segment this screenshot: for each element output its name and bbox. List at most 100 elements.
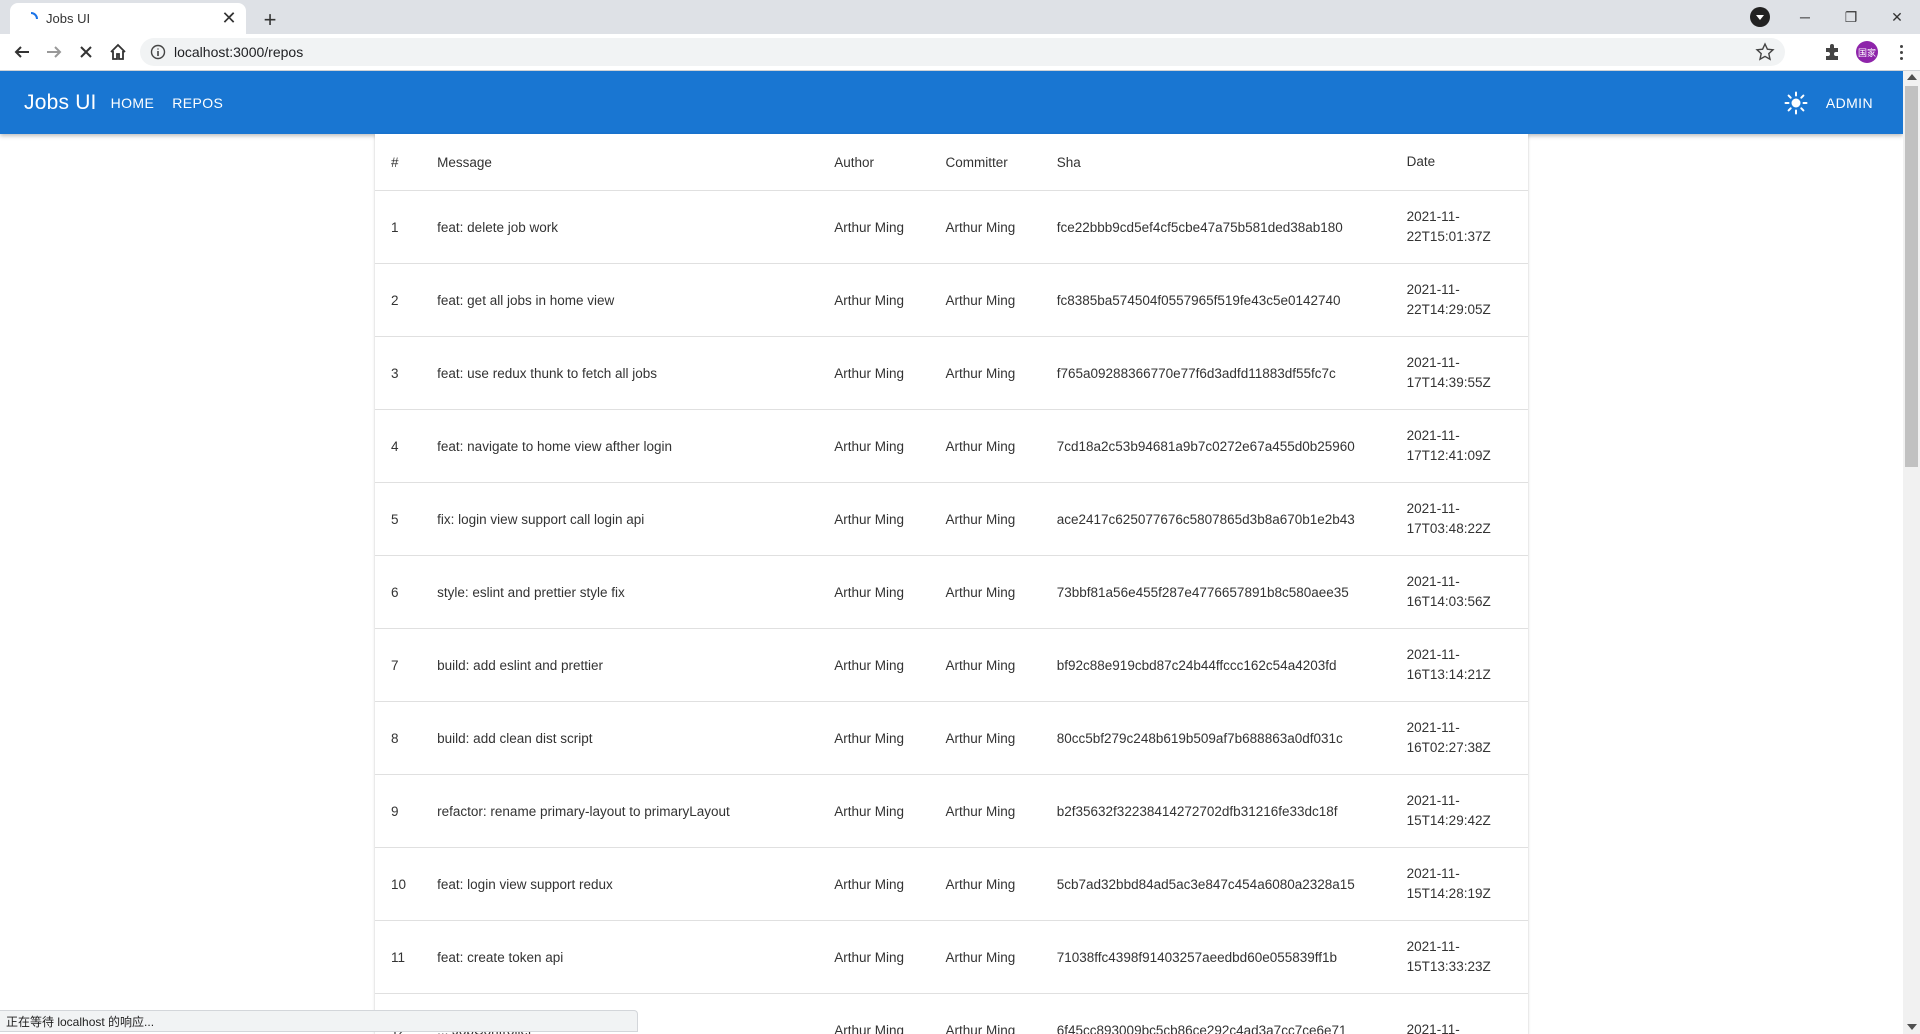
cell-sha: bf92c88e919cbd87c24b44ffccc162c54a4203fd: [1056, 628, 1407, 702]
cell-message: build: add eslint and prettier: [437, 628, 835, 702]
app-brand[interactable]: Jobs UI: [24, 91, 97, 115]
back-button[interactable]: [8, 38, 36, 66]
cell-sha: fce22bbb9cd5ef4cf5cbe47a75b581ded38ab180: [1056, 190, 1407, 264]
cell-num: 11: [375, 920, 438, 994]
cell-author: Arthur Ming: [834, 482, 946, 556]
cell-date: 2021-11-16T02:27:38Z: [1406, 701, 1528, 775]
table-row: 7 build: add eslint and prettier Arthur Mi…: [375, 628, 1528, 702]
profile-avatar[interactable]: 国家: [1856, 41, 1878, 63]
cell-sha: 73bbf81a56e455f287e4776657891b8c580aee35: [1056, 555, 1407, 629]
cell-num: 10: [375, 847, 438, 921]
cell-committer: Arthur Ming: [945, 920, 1057, 994]
new-tab-button[interactable]: +: [256, 6, 284, 34]
home-button[interactable]: [104, 38, 132, 66]
cell-message: feat: login view support redux: [437, 847, 835, 921]
cell-date: 2021-11-15T14:29:42Z: [1406, 774, 1528, 848]
nav-home-link[interactable]: HOME: [107, 89, 159, 117]
table-row: 8 build: add clean dist script Arthur Ming…: [375, 701, 1528, 775]
tab-close-icon[interactable]: ✕: [218, 8, 240, 30]
browser-menu-icon[interactable]: [1893, 40, 1909, 64]
cell-author: Arthur Ming: [834, 701, 946, 775]
cell-author: Arthur Ming: [834, 628, 946, 702]
cell-message: feat: delete job work: [437, 190, 835, 264]
minimize-button[interactable]: ─: [1782, 0, 1828, 34]
browser-status-bar: 正在等待 localhost 的响应...: [0, 1010, 638, 1032]
cell-sha: b2f35632f32238414272702dfb31216fe33dc18f: [1056, 774, 1407, 848]
browser-tab[interactable]: Jobs UI ✕: [10, 3, 246, 34]
cell-message: feat: use redux thunk to fetch all jobs: [437, 336, 835, 410]
cell-num: 1: [375, 190, 438, 264]
cell-date: 2021-11-22T14:29:05Z: [1406, 263, 1528, 337]
cell-num: 5: [375, 482, 438, 556]
scroll-down-arrow-icon[interactable]: [1907, 1024, 1917, 1030]
bookmark-star-icon[interactable]: [1755, 42, 1775, 62]
header-author: Author: [834, 134, 946, 191]
cell-date: 2021-11-17T12:41:09Z: [1406, 409, 1528, 483]
cell-committer: Arthur Ming: [945, 336, 1057, 410]
address-bar[interactable]: localhost:3000/repos: [140, 38, 1785, 66]
page-scrollbar[interactable]: [1903, 71, 1920, 1034]
browser-toolbar: localhost:3000/repos 国家: [0, 34, 1920, 71]
extensions-puzzle-icon[interactable]: [1822, 42, 1842, 62]
cell-message: fix: login view support call login api: [437, 482, 835, 556]
cell-committer: Arthur Ming: [945, 847, 1057, 921]
cell-message: build: add clean dist script: [437, 701, 835, 775]
stop-loading-button[interactable]: [72, 38, 100, 66]
cell-author: Arthur Ming: [834, 555, 946, 629]
cell-committer: Arthur Ming: [945, 409, 1057, 483]
url-text: localhost:3000/repos: [174, 44, 304, 60]
cell-num: 4: [375, 409, 438, 483]
cell-num: 8: [375, 701, 438, 775]
cell-num: 3: [375, 336, 438, 410]
sun-theme-toggle-icon[interactable]: [1784, 91, 1808, 115]
cell-num: 7: [375, 628, 438, 702]
close-icon: [80, 46, 92, 58]
cell-sha: f765a09288366770e77f6d3adfd11883df55fc7c: [1056, 336, 1407, 410]
restore-button[interactable]: ❐: [1828, 0, 1874, 34]
cell-author: Arthur Ming: [834, 774, 946, 848]
window-close-button[interactable]: ✕: [1874, 0, 1920, 34]
header-committer: Committer: [945, 134, 1057, 191]
cell-num: 6: [375, 555, 438, 629]
info-icon[interactable]: [150, 44, 166, 60]
cell-num: 2: [375, 263, 438, 337]
browser-tab-strip: Jobs UI ✕ + ─ ❐ ✕: [0, 0, 1920, 34]
header-num: #: [375, 134, 438, 191]
cell-committer: Arthur Ming: [945, 482, 1057, 556]
arrow-right-icon: [47, 46, 62, 58]
scrollbar-thumb[interactable]: [1905, 86, 1918, 467]
cell-author: Arthur Ming: [834, 263, 946, 337]
cell-author: Arthur Ming: [834, 336, 946, 410]
tab-title: Jobs UI: [46, 11, 91, 26]
cell-author: Arthur Ming: [834, 190, 946, 264]
nav-repos-link[interactable]: REPOS: [168, 89, 227, 117]
cell-message: style: eslint and prettier style fix: [437, 555, 835, 629]
cell-message: refactor: rename primary-layout to prima…: [437, 774, 835, 848]
scroll-up-arrow-icon[interactable]: [1907, 74, 1917, 80]
cell-committer: Arthur Ming: [945, 628, 1057, 702]
cell-date: 2021-11-15T14:28:19Z: [1406, 847, 1528, 921]
cell-date: 2021-11-22T15:01:37Z: [1406, 190, 1528, 264]
cell-committer: Arthur Ming: [945, 263, 1057, 337]
table-row: 11 feat: create token api Arthur Ming Arthu…: [375, 920, 1528, 994]
cell-message: feat: get all jobs in home view: [437, 263, 835, 337]
cell-sha: 80cc5bf279c248b619b509af7b688863a0df031c: [1056, 701, 1407, 775]
cell-date: 2021-11-15T13:33:23Z: [1406, 920, 1528, 994]
header-message: Message: [437, 134, 835, 191]
cell-sha: fc8385ba574504f0557965f519fe43c5e0142740: [1056, 263, 1407, 337]
table-row: 10 feat: login view support redux Arthur M…: [375, 847, 1528, 921]
page-viewport: Jobs UI HOME REPOS ADMIN # Message Autho…: [0, 71, 1903, 1034]
media-control-icon[interactable]: [1750, 7, 1770, 27]
cell-date: 2021-11-16T13:14:21Z: [1406, 628, 1528, 702]
cell-message: feat: create token api: [437, 920, 835, 994]
cell-author: Arthur Ming: [834, 993, 946, 1034]
forward-button[interactable]: [40, 38, 68, 66]
cell-date: 2021-11-16T14:03:56Z: [1406, 555, 1528, 629]
commits-table-container: # Message Author Committer Sha Date 1 fea…: [375, 134, 1528, 1034]
cell-author: Arthur Ming: [834, 409, 946, 483]
table-row: 3 feat: use redux thunk to fetch all jobs…: [375, 336, 1528, 410]
table-row: 4 feat: navigate to home view afther logi…: [375, 409, 1528, 483]
user-menu-button[interactable]: ADMIN: [1826, 95, 1873, 111]
cell-sha: ace2417c625077676c5807865d3b8a670b1e2b43: [1056, 482, 1407, 556]
cell-sha: 5cb7ad32bbd84ad5ac3e847c454a6080a2328a15: [1056, 847, 1407, 921]
